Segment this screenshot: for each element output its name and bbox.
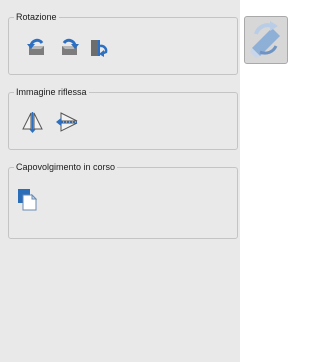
flip-progress-group-title: Capovolgimento in corso <box>14 162 118 173</box>
transform-panel: Rotazione Immagine riflessa Capovolgimen… <box>0 0 240 362</box>
rotate-left-button[interactable] <box>25 34 49 60</box>
rotation-group-title: Rotazione <box>14 12 59 23</box>
flip-vertical-icon <box>55 110 79 134</box>
rotate-tool-button[interactable] <box>244 16 288 64</box>
rotate-left-icon <box>26 36 48 58</box>
rotate-right-icon <box>58 36 80 58</box>
flip-page-icon <box>16 187 38 211</box>
flip-progress-group: Capovolgimento in corso <box>8 162 238 239</box>
rotate-right-button[interactable] <box>57 34 81 60</box>
rotate-180-button[interactable] <box>87 34 111 60</box>
flip-horizontal-button[interactable] <box>21 109 45 135</box>
flip-horizontal-icon <box>21 110 45 134</box>
mirror-group: Immagine riflessa <box>8 87 238 150</box>
mirror-group-title: Immagine riflessa <box>14 87 89 98</box>
flip-vertical-button[interactable] <box>55 109 79 135</box>
rotate-180-icon <box>88 36 110 58</box>
rotate-tool-icon <box>246 18 286 62</box>
flip-page-button[interactable] <box>15 186 39 212</box>
rotation-group: Rotazione <box>8 12 238 75</box>
